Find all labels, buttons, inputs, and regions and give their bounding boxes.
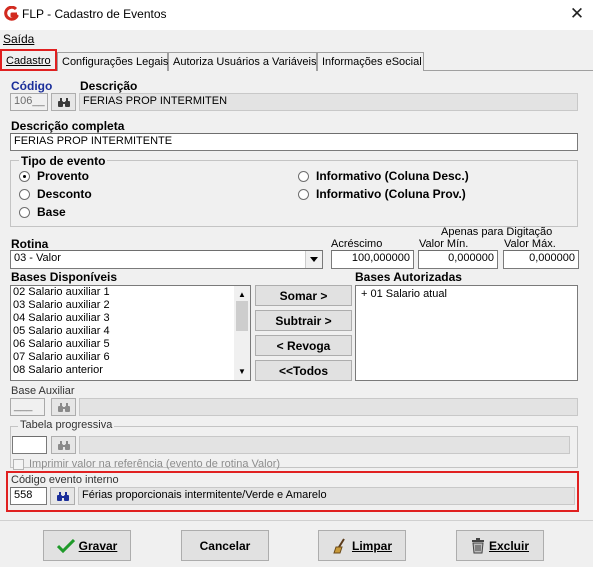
codigo-interno-search-button[interactable] — [50, 487, 75, 505]
descricao-completa-field[interactable]: FERIAS PROP INTERMITENTE — [10, 133, 578, 151]
revoga-label: < Revoga — [276, 338, 331, 353]
todos-label: <<Todos — [278, 363, 329, 378]
excluir-button[interactable]: Excluir — [456, 530, 544, 561]
descricao-label: Descrição — [80, 79, 138, 93]
scroll-down-icon[interactable]: ▼ — [238, 367, 246, 376]
codigo-interno-desc-field[interactable]: Férias proporcionais intermitente/Verde … — [78, 487, 575, 505]
valor-min-label: Valor Mín. — [419, 238, 469, 250]
broom-icon — [333, 537, 345, 553]
cancelar-label: Cancelar — [199, 538, 251, 553]
base-auxiliar-desc-field[interactable] — [79, 398, 578, 416]
subtrair-button[interactable]: Subtrair > — [255, 310, 352, 331]
bases-disponiveis-label: Bases Disponíveis — [11, 270, 118, 284]
tipo-evento-group — [10, 160, 578, 227]
bases-disponiveis-list[interactable]: 02 Salario auxiliar 1 03 Salario auxilia… — [10, 285, 251, 381]
codigo-interno-label: Código evento interno — [11, 474, 119, 486]
base-auxiliar-label: Base Auxiliar — [11, 385, 75, 397]
scroll-up-icon[interactable]: ▲ — [238, 290, 246, 299]
binoculars-icon — [56, 491, 69, 501]
list-item[interactable]: 05 Salario auxiliar 4 — [11, 325, 250, 338]
radio-informativo-desc[interactable] — [298, 171, 309, 182]
list-item[interactable]: 02 Salario auxiliar 1 — [11, 286, 250, 299]
valor-min-field[interactable]: 0,000000 — [418, 250, 498, 269]
tabela-progressiva-search-button[interactable] — [51, 436, 76, 454]
binoculars-icon — [57, 440, 70, 450]
divider — [0, 520, 593, 521]
subtrair-label: Subtrair > — [275, 313, 332, 328]
gravar-button[interactable]: Gravar — [43, 530, 131, 561]
rotina-label: Rotina — [11, 237, 49, 251]
codigo-label: Código — [11, 79, 53, 93]
list-item[interactable]: 03 Salario auxiliar 2 — [11, 299, 250, 312]
scrollbar[interactable]: ▲ ▼ — [234, 286, 250, 380]
revoga-button[interactable]: < Revoga — [255, 335, 352, 356]
radio-informativo-desc-label: Informativo (Coluna Desc.) — [316, 169, 469, 183]
radio-informativo-prov[interactable] — [298, 189, 309, 200]
apenas-digitacao-label: Apenas para Digitação — [441, 226, 553, 238]
tab-label: Informações eSocial — [322, 56, 422, 68]
codigo-search-button[interactable] — [51, 93, 76, 111]
radio-provento[interactable] — [19, 171, 30, 182]
bases-autorizadas-label: Bases Autorizadas — [355, 270, 462, 284]
scroll-thumb[interactable] — [236, 301, 248, 331]
excluir-label: Excluir — [488, 538, 530, 553]
chevron-down-icon — [310, 257, 318, 262]
dropdown-button[interactable] — [305, 251, 322, 268]
limpar-button[interactable]: Limpar — [318, 530, 406, 561]
todos-button[interactable]: <<Todos — [255, 360, 352, 381]
tab-autoriza-usuarios[interactable]: Autoriza Usuários a Variáveis — [168, 52, 317, 71]
flp-logo-icon — [4, 6, 19, 21]
tipo-evento-title: Tipo de evento — [19, 154, 108, 168]
acrescimo-field[interactable]: 100,000000 — [331, 250, 414, 269]
base-auxiliar-search-button[interactable] — [51, 398, 76, 416]
tab-label: Cadastro — [6, 55, 51, 67]
tab-informacoes-esocial[interactable]: Informações eSocial — [317, 52, 424, 71]
codigo-field[interactable]: 106__ — [10, 93, 48, 111]
menu-item-saida[interactable]: Saída — [3, 32, 34, 46]
limpar-label: Limpar — [351, 538, 392, 553]
checkmark-icon — [56, 538, 75, 553]
radio-desconto-label: Desconto — [37, 187, 92, 201]
window-title: FLP - Cadastro de Eventos — [22, 7, 167, 21]
list-item[interactable]: + 01 Salario atual — [356, 288, 577, 301]
binoculars-icon — [57, 97, 70, 107]
imprimir-checkbox[interactable] — [13, 459, 24, 470]
somar-label: Somar > — [279, 288, 328, 303]
binoculars-icon — [57, 402, 70, 412]
tab-cadastro[interactable]: Cadastro — [0, 49, 57, 71]
gravar-label: Gravar — [78, 538, 118, 553]
tab-label: Autoriza Usuários a Variáveis — [173, 56, 317, 68]
imprimir-label: Imprimir valor na referência (evento de … — [29, 458, 281, 470]
descricao-field[interactable]: FERIAS PROP INTERMITEN — [79, 93, 578, 111]
list-item[interactable]: 08 Salario anterior — [11, 364, 250, 377]
cancelar-button[interactable]: Cancelar — [181, 530, 269, 561]
list-item[interactable]: 04 Salario auxiliar 3 — [11, 312, 250, 325]
somar-button[interactable]: Somar > — [255, 285, 352, 306]
bases-autorizadas-list[interactable]: + 01 Salario atual — [355, 285, 578, 381]
radio-base-label: Base — [37, 205, 66, 219]
acrescimo-label: Acréscimo — [331, 238, 383, 250]
list-item[interactable]: 06 Salario auxiliar 5 — [11, 338, 250, 351]
close-button[interactable]: ✕ — [566, 4, 588, 24]
tab-configuracoes-legais[interactable]: Configurações Legais — [57, 52, 168, 71]
radio-provento-label: Provento — [37, 169, 90, 183]
trash-icon — [471, 537, 484, 553]
radio-informativo-prov-label: Informativo (Coluna Prov.) — [316, 187, 466, 201]
valor-max-field[interactable]: 0,000000 — [503, 250, 579, 269]
rotina-select[interactable]: 03 - Valor — [10, 250, 323, 269]
radio-base[interactable] — [19, 207, 30, 218]
menu-bar — [0, 30, 593, 48]
radio-desconto[interactable] — [19, 189, 30, 200]
rotina-selected-value: 03 - Valor — [14, 252, 61, 264]
codigo-interno-field[interactable]: 558 — [10, 487, 47, 505]
base-auxiliar-code-field[interactable]: ___ — [10, 398, 45, 416]
tabela-progressiva-label: Tabela progressiva — [18, 419, 115, 431]
tab-label: Configurações Legais — [62, 56, 169, 68]
list-item[interactable]: 07 Salario auxiliar 6 — [11, 351, 250, 364]
valor-max-label: Valor Máx. — [504, 238, 556, 250]
tabela-progressiva-desc-field[interactable] — [79, 436, 570, 454]
tabela-progressiva-code-field[interactable] — [12, 436, 47, 454]
descricao-completa-label: Descrição completa — [11, 119, 125, 133]
